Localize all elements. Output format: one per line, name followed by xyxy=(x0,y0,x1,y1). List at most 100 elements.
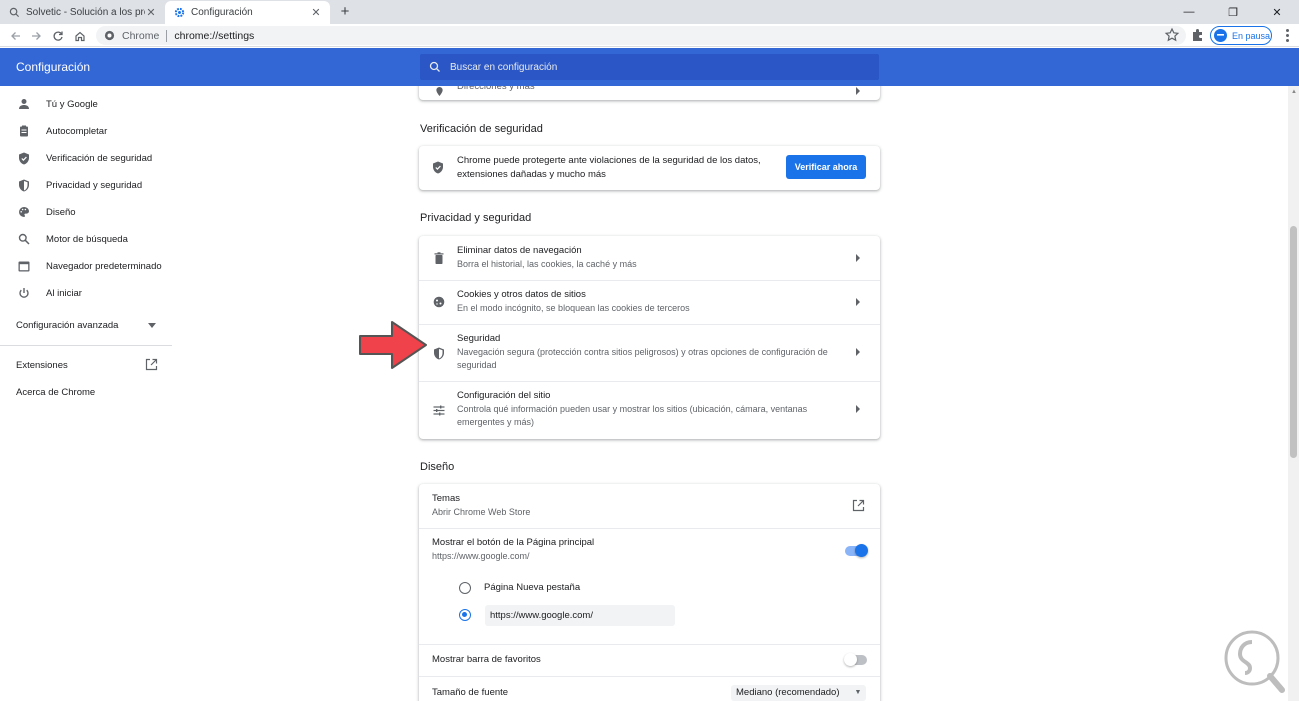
chrome-menu-icon[interactable] xyxy=(1280,27,1294,43)
settings-gear-icon xyxy=(173,7,185,19)
forward-arrow-icon xyxy=(32,32,41,40)
chevron-right-icon xyxy=(856,254,860,262)
cookies-row[interactable]: Cookies y otros datos de sitios En el mo… xyxy=(419,280,880,324)
row-title: Mostrar el botón de la Página principal xyxy=(432,537,595,548)
safety-check-text: Chrome puede protegerte ante violaciones… xyxy=(457,154,761,182)
home-button-row[interactable]: Mostrar el botón de la Página principal … xyxy=(419,528,880,572)
row-subtitle-cont: emergentes y más) xyxy=(457,417,535,427)
forward-button[interactable] xyxy=(26,26,46,46)
bookmarks-bar-row[interactable]: Mostrar barra de favoritos xyxy=(419,644,880,676)
row-title: Seguridad xyxy=(457,333,501,344)
radio-new-tab[interactable] xyxy=(459,582,471,594)
back-arrow-icon xyxy=(11,32,20,40)
radio-new-tab-label: Página Nueva pestaña xyxy=(484,582,581,593)
settings-search-input[interactable]: Buscar en configuración xyxy=(420,54,879,80)
section-title-privacy: Privacidad y seguridad xyxy=(420,212,532,224)
cookie-icon xyxy=(432,295,446,309)
scroll-up-icon[interactable]: ▲ xyxy=(1291,89,1297,95)
row-subtitle: https://www.google.com/ xyxy=(432,551,530,561)
bookmark-star-icon[interactable] xyxy=(1164,27,1180,43)
omnibox-host: Chrome xyxy=(122,29,160,42)
partial-row-label: Direcciones y más xyxy=(457,86,535,92)
tab-solvetic[interactable]: Solvetic - Solución a los problem ✕ xyxy=(0,1,165,24)
row-title: Temas xyxy=(432,493,460,504)
autofill-card-partial: Direcciones y más xyxy=(419,86,880,100)
chevron-right-icon xyxy=(856,405,860,413)
tab-title: Solvetic - Solución a los problem xyxy=(26,7,145,18)
location-pin-icon xyxy=(432,86,446,98)
chevron-right-icon xyxy=(856,87,860,95)
row-subtitle: Controla qué información pueden usar y m… xyxy=(457,404,808,414)
browser-toolbar: Chrome chrome://settings En pausa xyxy=(0,24,1299,47)
tab-strip: Solvetic - Solución a los problem ✕ Conf… xyxy=(0,0,1299,24)
solvetic-favicon-icon xyxy=(8,7,20,19)
omnibox-separator xyxy=(166,29,168,42)
search-placeholder: Buscar en configuración xyxy=(450,61,558,73)
bookmarks-bar-toggle[interactable] xyxy=(844,653,867,666)
row-subtitle: Borra el historial, las cookies, la cach… xyxy=(457,259,637,269)
section-title-safety-check: Verificación de seguridad xyxy=(420,123,543,135)
row-text: Temas Abrir Chrome Web Store xyxy=(432,492,822,519)
scrollbar-thumb[interactable] xyxy=(1290,226,1297,458)
solvetic-watermark-logo xyxy=(1224,630,1285,693)
row-title: Configuración del sitio xyxy=(457,390,551,401)
addresses-row[interactable]: Direcciones y más xyxy=(419,86,880,98)
tune-icon xyxy=(432,403,446,417)
new-tab-button[interactable]: + xyxy=(336,3,354,21)
extensions-puzzle-icon[interactable] xyxy=(1190,27,1206,43)
settings-main: Direcciones y más Verificación de seguri… xyxy=(0,86,1288,701)
row-subtitle: En el modo incógnito, se bloquean las co… xyxy=(457,303,690,313)
row-title: Cookies y otros datos de sitios xyxy=(457,289,586,300)
section-title-appearance: Diseño xyxy=(420,461,455,473)
row-title: Mostrar barra de favoritos xyxy=(432,654,541,665)
close-window-button[interactable]: ✕ xyxy=(1255,0,1299,24)
row-subtitle: Abrir Chrome Web Store xyxy=(432,507,531,517)
home-button[interactable] xyxy=(70,26,90,46)
font-size-select[interactable]: Mediano (recomendado) ▼ xyxy=(731,685,866,701)
row-text: Configuración del sitio Controla qué inf… xyxy=(457,389,847,429)
page-scrollbar[interactable]: ▲ xyxy=(1288,86,1299,701)
shield-icon xyxy=(432,346,446,360)
omnibox[interactable]: Chrome chrome://settings xyxy=(96,26,1186,45)
themes-row[interactable]: Temas Abrir Chrome Web Store xyxy=(419,484,880,528)
clear-browsing-data-row[interactable]: Eliminar datos de navegación Borra el hi… xyxy=(419,236,880,280)
tab-title: Configuración xyxy=(191,7,253,18)
annotation-arrow-icon xyxy=(359,321,427,369)
site-settings-row[interactable]: Configuración del sitio Controla qué inf… xyxy=(419,381,880,438)
safety-check-text-line1: Chrome puede protegerte ante violaciones… xyxy=(457,155,761,166)
close-tab-icon[interactable]: ✕ xyxy=(310,6,322,19)
search-icon xyxy=(429,61,440,72)
row-subtitle: Navegación segura (protección contra sit… xyxy=(457,347,828,357)
open-in-new-icon[interactable] xyxy=(852,499,865,512)
minimize-button[interactable]: — xyxy=(1167,0,1211,24)
safety-check-text-line2: extensiones dañadas y mucho más xyxy=(457,169,606,180)
radio-custom-url[interactable] xyxy=(459,609,471,621)
chevron-right-icon xyxy=(856,348,860,356)
verify-now-button[interactable]: Verificar ahora xyxy=(786,155,866,179)
profile-paused-button[interactable]: En pausa xyxy=(1210,26,1272,45)
reload-button[interactable] xyxy=(48,26,68,46)
row-title: Eliminar datos de navegación xyxy=(457,245,582,256)
settings-header: Configuración Buscar en configuración xyxy=(0,48,1299,86)
page-title: Configuración xyxy=(16,60,91,74)
home-icon xyxy=(75,31,85,42)
appearance-card: Temas Abrir Chrome Web Store Mostrar el … xyxy=(419,484,880,701)
safety-check-card: Chrome puede protegerte ante violaciones… xyxy=(419,146,880,190)
chrome-logo-icon xyxy=(104,30,115,41)
close-tab-icon[interactable]: ✕ xyxy=(145,6,157,19)
privacy-card: Eliminar datos de navegación Borra el hi… xyxy=(419,236,880,439)
security-row[interactable]: Seguridad Navegación segura (protección … xyxy=(419,324,880,381)
reload-icon xyxy=(53,31,63,41)
home-url-input[interactable]: https://www.google.com/ xyxy=(485,605,675,626)
row-subtitle-cont: seguridad xyxy=(457,360,497,370)
row-text: Cookies y otros datos de sitios En el mo… xyxy=(457,288,847,315)
row-text: Mostrar el botón de la Página principal … xyxy=(432,536,822,563)
shield-check-icon xyxy=(432,161,446,175)
row-text: Eliminar datos de navegación Borra el hi… xyxy=(457,244,847,271)
tab-configuracion[interactable]: Configuración ✕ xyxy=(165,1,330,24)
back-button[interactable] xyxy=(6,26,26,46)
restore-button[interactable]: ❐ xyxy=(1211,0,1255,24)
home-button-toggle[interactable] xyxy=(845,544,868,557)
omnibox-url: chrome://settings xyxy=(174,29,255,42)
row-text: Seguridad Navegación segura (protección … xyxy=(457,332,847,372)
